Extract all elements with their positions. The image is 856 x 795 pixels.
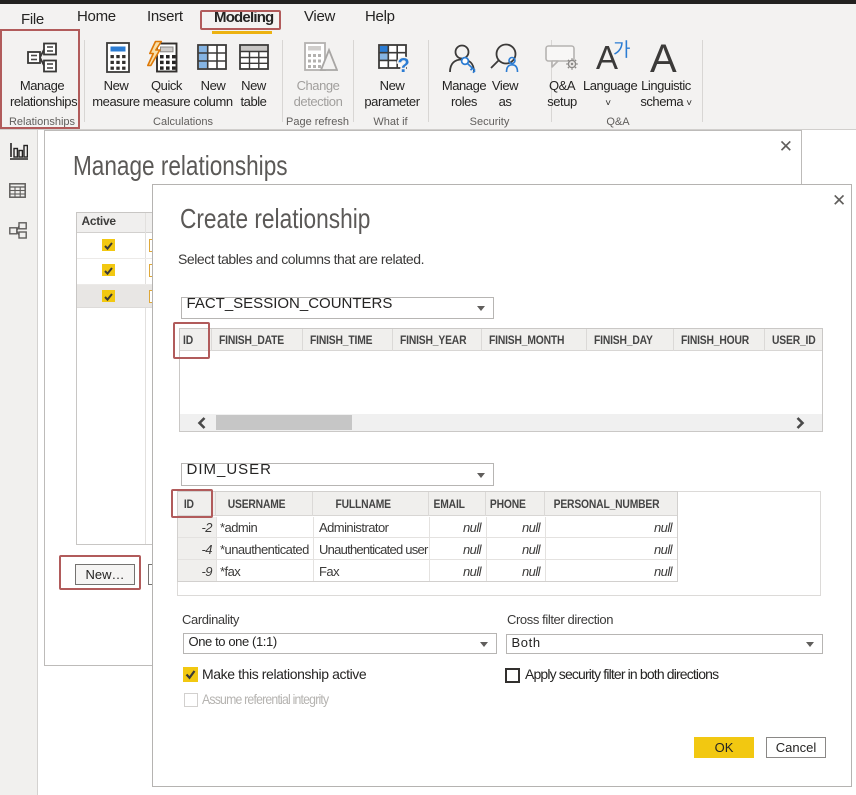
svg-text:?: ? bbox=[398, 55, 410, 72]
